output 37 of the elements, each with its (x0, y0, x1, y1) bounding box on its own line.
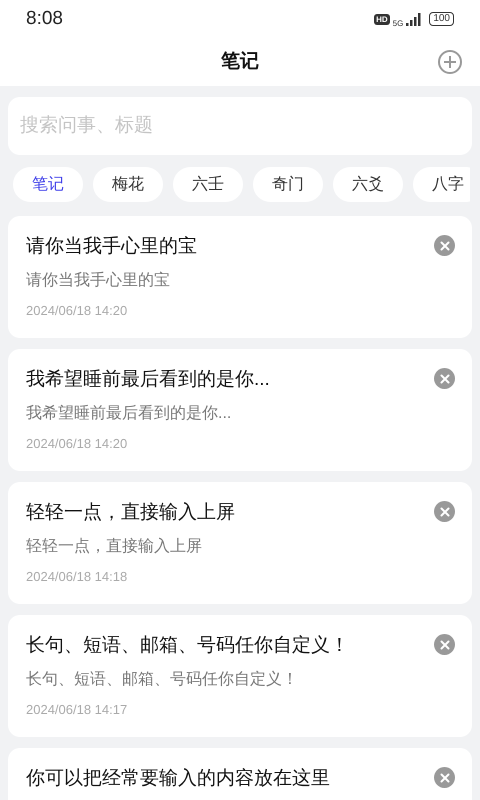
hd-badge: HD (374, 14, 390, 24)
delete-icon[interactable] (434, 767, 455, 788)
category-tab[interactable]: 八字 (413, 167, 470, 202)
note-title: 轻轻一点，直接输入上屏 (26, 501, 235, 525)
category-tab[interactable]: 六壬 (173, 167, 243, 202)
note-body: 请你当我手心里的宝 (26, 270, 171, 291)
network-label: 5G (392, 18, 404, 30)
signal-icon (406, 12, 422, 26)
note-card[interactable]: 轻轻一点，直接输入上屏 轻轻一点，直接输入上屏 2024/06/18 14:18 (8, 482, 472, 604)
note-card[interactable]: 你可以把经常要输入的内容放在这里 (8, 748, 472, 800)
note-date: 2024/06/18 14:20 (26, 435, 128, 453)
category-tab[interactable]: 奇门 (253, 167, 323, 202)
note-card[interactable]: 请你当我手心里的宝 请你当我手心里的宝 2024/06/18 14:20 (8, 216, 472, 338)
category-tab[interactable]: 笔记 (13, 167, 83, 202)
delete-icon[interactable] (434, 235, 455, 256)
status-time: 8:08 (26, 6, 63, 31)
delete-icon[interactable] (434, 501, 455, 522)
add-icon[interactable] (438, 50, 462, 74)
page-title: 笔记 (221, 50, 259, 74)
note-date: 2024/06/18 14:18 (26, 568, 128, 586)
note-body: 我希望睡前最后看到的是你... (26, 404, 232, 424)
note-card[interactable]: 我希望睡前最后看到的是你... 我希望睡前最后看到的是你... 2024/06/18 14:20 (8, 349, 472, 471)
note-title: 我希望睡前最后看到的是你... (26, 368, 270, 392)
note-date: 2024/06/18 14:20 (26, 302, 128, 320)
note-title: 长句、短语、邮箱、号码任你自定义！ (26, 634, 349, 658)
category-tab[interactable]: 梅花 (93, 167, 163, 202)
search-field[interactable]: 搜索问事、标题 (8, 97, 472, 155)
category-tab[interactable]: 六爻 (333, 167, 403, 202)
battery-indicator: 100 (429, 12, 454, 26)
delete-icon[interactable] (434, 634, 455, 655)
note-title: 请你当我手心里的宝 (26, 235, 197, 259)
note-title: 你可以把经常要输入的内容放在这里 (26, 767, 330, 791)
note-date: 2024/06/18 14:17 (26, 701, 128, 719)
note-body: 长句、短语、邮箱、号码任你自定义！ (26, 670, 299, 690)
note-card[interactable]: 长句、短语、邮箱、号码任你自定义！ 长句、短语、邮箱、号码任你自定义！ 2024/06/18 14:17 (8, 615, 472, 737)
delete-icon[interactable] (434, 368, 455, 389)
note-body: 轻轻一点，直接输入上屏 (26, 536, 203, 557)
